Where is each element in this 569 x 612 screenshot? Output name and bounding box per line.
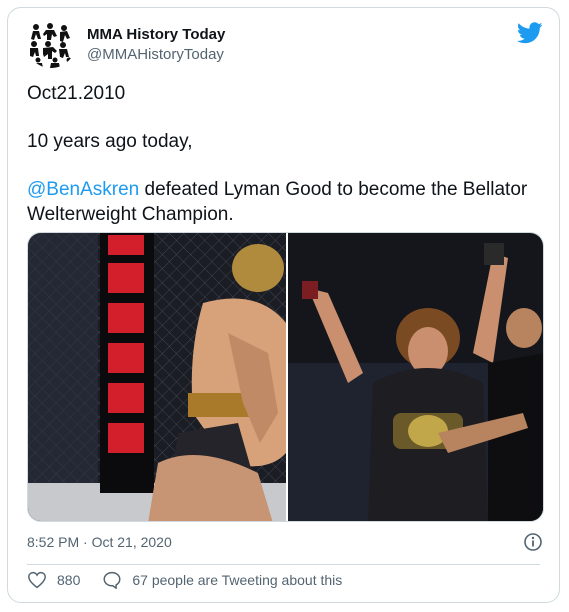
mention-link[interactable]: @BenAskren (27, 179, 139, 200)
tweeting-count-label: 67 people are Tweeting about this (132, 572, 343, 588)
heart-icon (28, 571, 46, 589)
photo-right[interactable] (288, 233, 543, 521)
account-name[interactable]: MMA History Today (87, 26, 225, 43)
like-count: 880 (57, 572, 81, 588)
photo-left[interactable] (28, 233, 286, 521)
tweet-card: MMA History Today @MMAHistoryToday Oct21… (7, 7, 560, 603)
info-icon[interactable] (523, 532, 543, 552)
tweet-media (27, 232, 544, 522)
like-button[interactable]: 880 (27, 571, 80, 589)
tweet-body-line: @BenAskren defeated Lyman Good to become… (27, 177, 527, 202)
tweeting-link[interactable]: 67 people are Tweeting about this (102, 571, 342, 589)
speech-bubble-icon (103, 571, 121, 589)
tweet-actions: 880 67 people are Tweeting about this (27, 571, 364, 589)
tweet-intro-line: 10 years ago today, (27, 131, 193, 152)
divider (27, 564, 540, 565)
twitter-bird-icon[interactable] (517, 22, 543, 44)
tweet-date-line: Oct21.2010 (27, 83, 126, 104)
tweet-timestamp[interactable]: 8:52 PM · Oct 21, 2020 (27, 534, 172, 550)
tweet-body-line-2: Welterweight Champion. (27, 204, 234, 225)
tweet-body-text: defeated Lyman Good to become the Bellat… (139, 179, 528, 200)
account-handle[interactable]: @MMAHistoryToday (87, 46, 224, 63)
avatar[interactable] (26, 18, 76, 68)
